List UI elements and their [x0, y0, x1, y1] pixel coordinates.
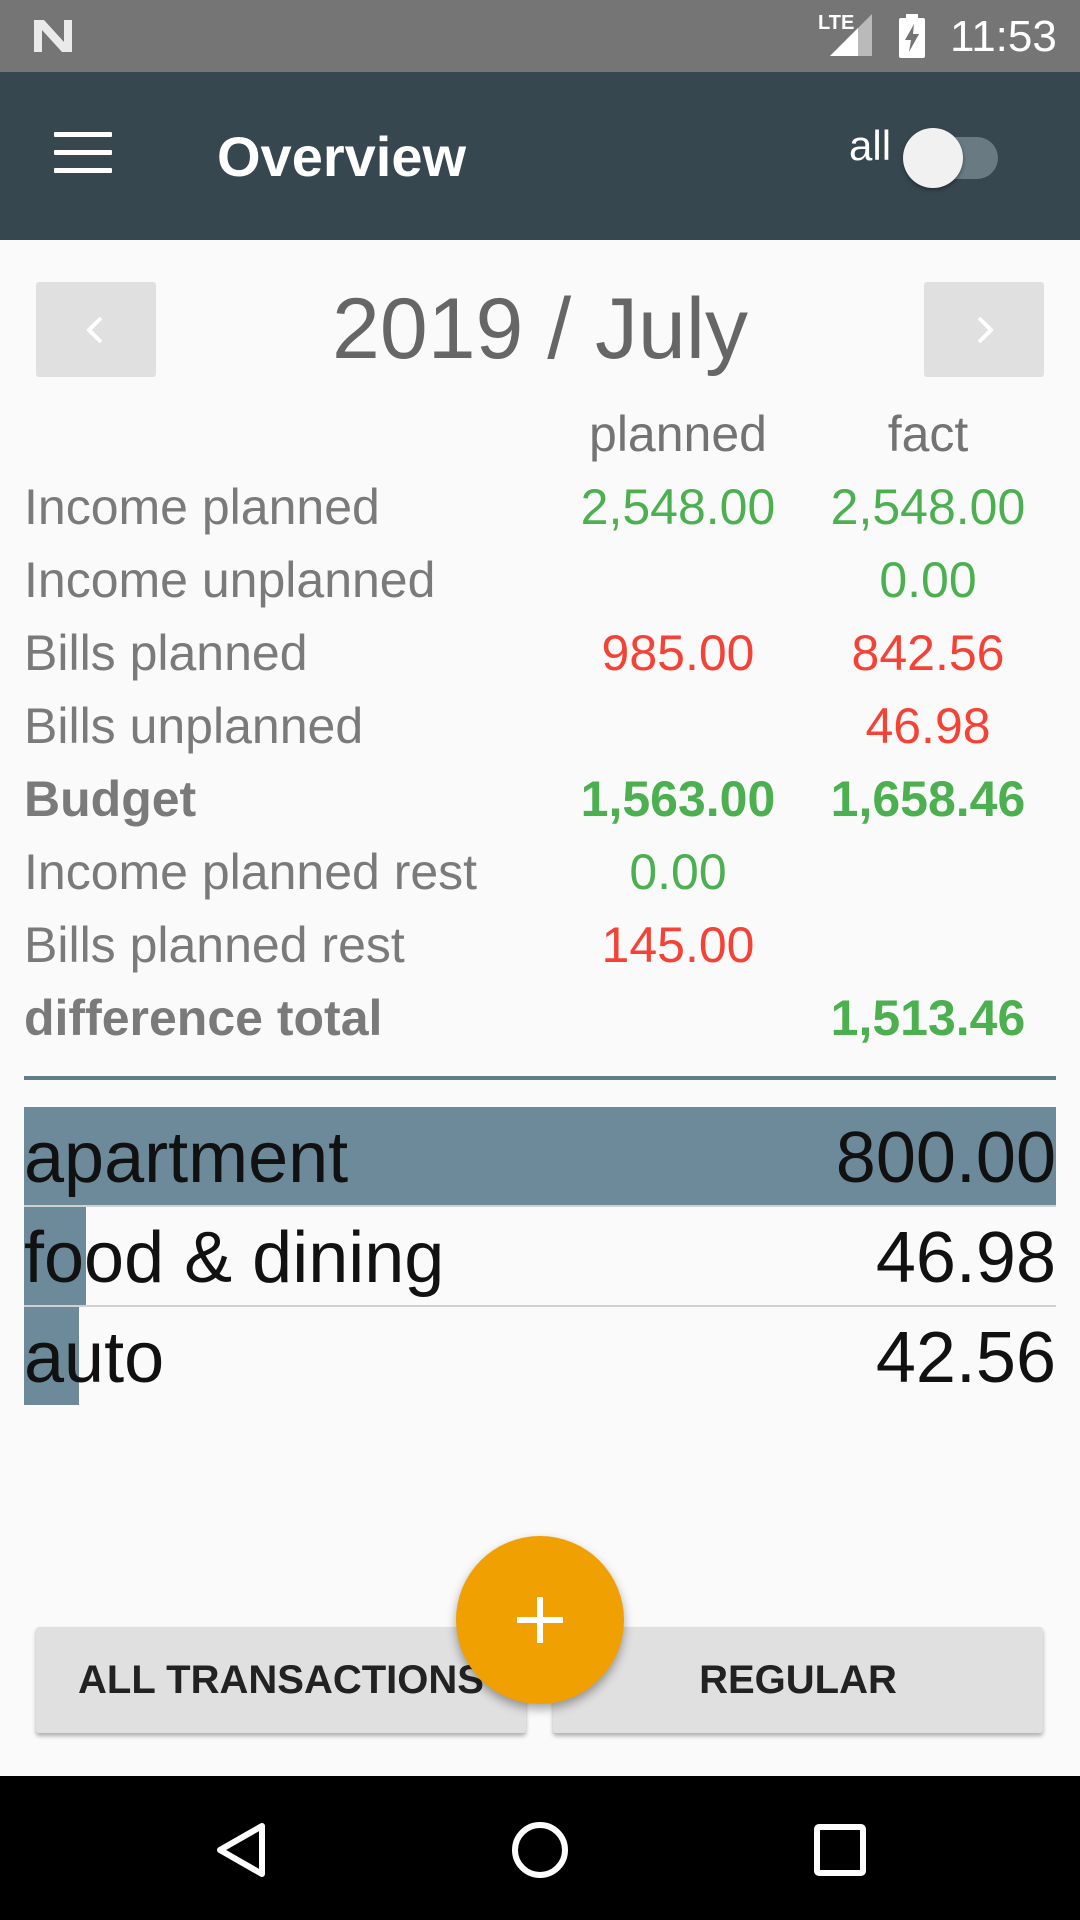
category-amount: 42.56	[875, 1318, 1056, 1398]
summary-row-budget: Budget 1,563.00 1,658.46	[0, 770, 1080, 843]
row-label: Bills planned rest	[24, 917, 405, 973]
row-label: Bills unplanned	[24, 698, 364, 754]
chevron-left-icon	[86, 316, 103, 344]
summary-row-bills-unplanned: Bills unplanned 46.98	[0, 697, 1080, 770]
chevron-right-icon	[977, 316, 994, 344]
hamburger-menu-icon[interactable]	[54, 132, 112, 176]
n-logo-icon	[34, 20, 72, 52]
category-amount: 46.98	[875, 1218, 1056, 1298]
category-name: auto	[24, 1318, 165, 1398]
all-transactions-button[interactable]: ALL TRANSACTIONS	[36, 1627, 526, 1733]
fact-value: 1,513.46	[830, 990, 1026, 1046]
category-row-apartment[interactable]: apartment 800.00	[24, 1107, 1056, 1205]
status-bar: LTE 11:53	[0, 0, 1080, 72]
summary-row-bills-planned: Bills planned 985.00 842.56	[0, 624, 1080, 697]
row-label: Income planned	[24, 479, 380, 535]
next-month-button[interactable]	[924, 282, 1044, 377]
add-transaction-button[interactable]	[456, 1536, 624, 1704]
period-title: 2019 / July	[332, 281, 748, 377]
category-row-auto[interactable]: auto 42.56	[24, 1307, 1056, 1405]
summary-row-income-planned-rest: Income planned rest 0.00	[0, 843, 1080, 916]
row-label: Income unplanned	[24, 552, 436, 608]
fact-value: 0.00	[879, 552, 977, 608]
planned-value: 2,548.00	[580, 479, 776, 535]
row-label: Bills planned	[24, 625, 308, 681]
fact-value: 46.98	[865, 698, 991, 754]
back-icon[interactable]	[212, 1820, 272, 1880]
planned-value: 985.00	[601, 625, 755, 681]
row-label: Income planned rest	[24, 844, 478, 900]
row-label: Budget	[24, 771, 197, 827]
column-header-fact: fact	[887, 406, 969, 462]
battery-charging-icon	[899, 14, 925, 58]
category-name: food & dining	[24, 1218, 445, 1298]
previous-month-button[interactable]	[36, 282, 156, 377]
category-name: apartment	[24, 1118, 349, 1198]
system-nav-bar	[0, 1776, 1080, 1920]
category-row-food-dining[interactable]: food & dining 46.98	[24, 1207, 1056, 1305]
fact-value: 842.56	[851, 625, 1005, 681]
planned-value: 1,563.00	[580, 771, 776, 827]
row-label: difference total	[24, 990, 383, 1046]
home-icon[interactable]	[508, 1820, 572, 1880]
column-header-planned: planned	[589, 406, 767, 462]
app-bar: Overview all	[0, 72, 1080, 240]
summary-row-income-planned: Income planned 2,548.00 2,548.00	[0, 478, 1080, 551]
planned-value: 0.00	[629, 844, 727, 900]
divider	[24, 1076, 1056, 1080]
summary-row-income-unplanned: Income unplanned 0.00	[0, 551, 1080, 624]
plus-icon	[517, 1597, 563, 1643]
clock: 11:53	[950, 12, 1057, 61]
planned-value: 145.00	[601, 917, 755, 973]
toggle-label: all	[849, 122, 892, 169]
fact-value: 2,548.00	[830, 479, 1026, 535]
regular-button[interactable]: REGULAR	[553, 1627, 1043, 1733]
toggle-thumb[interactable]	[903, 128, 963, 188]
summary-row-bills-planned-rest: Bills planned rest 145.00	[0, 916, 1080, 989]
page-title: Overview	[217, 125, 467, 188]
network-label: LTE	[818, 12, 855, 34]
summary-row-difference-total: difference total 1,513.46	[0, 989, 1080, 1062]
recents-icon[interactable]	[812, 1820, 868, 1880]
category-amount: 800.00	[835, 1118, 1056, 1198]
fact-value: 1,658.46	[830, 771, 1026, 827]
